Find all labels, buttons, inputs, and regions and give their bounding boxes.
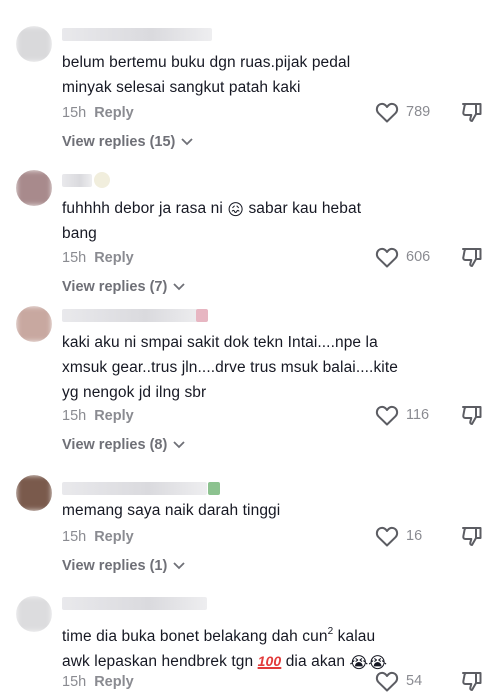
timestamp: 15h [62,529,87,545]
like-count: 789 [406,104,431,120]
heart-outline-icon [375,247,399,268]
heart-outline-icon [375,671,399,692]
dislike-button[interactable] [460,245,484,274]
dislike-button[interactable] [460,403,484,432]
reply-button[interactable]: Reply [94,529,134,545]
like-count: 54 [406,673,423,689]
avatar[interactable] [16,475,52,511]
thumbs-down-outline-icon [462,103,482,122]
dislike-button[interactable] [460,100,484,129]
like-button[interactable]: 789 [375,101,430,123]
hundred-points-emoji: 100 [257,653,282,669]
view-replies-button[interactable]: View replies (7) [62,279,186,295]
comment-text: belum bertemu buku dgn ruas.pijak pedal … [62,54,351,96]
username-masked[interactable] [62,597,207,610]
timestamp: 15h [62,250,87,266]
view-replies-button[interactable]: View replies (1) [62,558,186,574]
reply-button[interactable]: Reply [94,408,134,424]
reply-button[interactable]: Reply [94,674,134,690]
chevron-down-icon [173,562,185,570]
dislike-button[interactable] [460,524,484,553]
comment-meta: 15h Reply [62,408,134,424]
comment-text: fuhhhh debor ja rasa ni 😖 sabar kau heba… [62,200,362,242]
like-count: 116 [406,407,430,423]
like-button[interactable]: 54 [375,670,422,692]
thumbs-down-outline-icon [462,672,482,691]
comment-meta: 15h Reply [62,529,134,545]
like-button[interactable]: 606 [375,246,430,268]
username-emoji [208,482,220,495]
chevron-down-icon [173,441,185,449]
comment-meta: 15h Reply [62,250,134,266]
heart-outline-icon [375,405,399,426]
comment-meta: 15h Reply [62,674,134,690]
chevron-down-icon [181,138,194,146]
avatar[interactable] [16,26,52,62]
avatar[interactable] [16,596,52,632]
comment-text: kaki aku ni smpai sakit dok tekn Intai..… [62,334,398,401]
username-masked[interactable] [62,482,207,495]
username-emoji [94,172,110,188]
timestamp: 15h [62,105,87,121]
thumbs-down-outline-icon [462,248,482,267]
dislike-button[interactable] [460,669,484,698]
reply-button[interactable]: Reply [94,250,134,266]
confounded-face-emoji: 😖 [227,202,245,219]
thumbs-down-outline-icon [462,527,482,546]
username-emoji [196,309,208,322]
comment-text: time dia buka bonet belakang dah cun2 ka… [62,626,388,672]
avatar[interactable] [16,306,52,342]
heart-outline-icon [375,102,399,123]
comment-text: memang saya naik darah tinggi [62,502,281,519]
like-count: 606 [406,249,431,265]
view-replies-button[interactable]: View replies (8) [62,437,186,453]
avatar[interactable] [16,170,52,206]
like-button[interactable]: 116 [375,404,429,426]
heart-outline-icon [375,526,399,547]
timestamp: 15h [62,674,87,690]
thumbs-down-outline-icon [462,406,482,425]
chevron-down-icon [173,283,185,291]
like-button[interactable]: 16 [375,525,422,547]
username-masked[interactable] [62,28,212,41]
username-masked[interactable] [62,309,202,322]
username-masked[interactable] [62,174,92,187]
comment-meta: 15h Reply [62,105,134,121]
timestamp: 15h [62,408,87,424]
reply-button[interactable]: Reply [94,105,134,121]
like-count: 16 [406,528,423,544]
view-replies-button[interactable]: View replies (15) [62,134,194,150]
